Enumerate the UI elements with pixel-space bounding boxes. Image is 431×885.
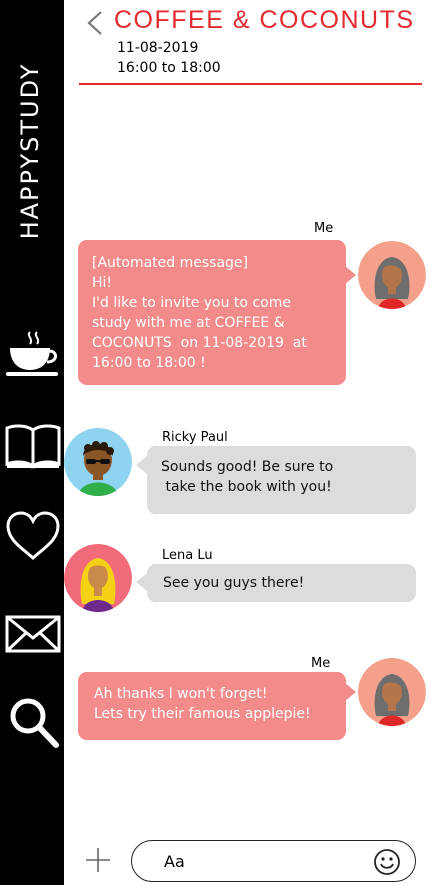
sender-name: Me [311,656,331,671]
bubble-tail [136,456,147,474]
smiley-icon [374,849,400,875]
message-line: COCONUTS on 11-08-2019 at [92,335,307,351]
page-title: COFFEE & COCONUTS [114,6,415,34]
book-icon[interactable] [4,420,62,474]
mail-icon[interactable] [4,608,62,662]
message-line: See you guys there! [163,575,305,591]
sender-name: Me [314,221,334,236]
message-bubble: Sounds good! Be sure to take the book wi… [147,446,416,514]
message-input-text[interactable]: Aa [164,852,185,871]
avatar[interactable] [64,544,132,612]
user-avatar-icon [64,428,132,496]
message-line: Hi! [92,275,113,291]
message-line: study with me at COFFEE & [92,315,285,331]
message-line: take the book with you! [161,479,332,495]
sidebar: HAPPYSTUDY [0,0,64,885]
back-button[interactable] [84,8,104,38]
user-avatar-icon [358,241,426,309]
bubble-tail [345,683,356,701]
message-line: I'd like to invite you to come [92,295,291,311]
message-bubble: See you guys there! [147,564,416,602]
sender-name: Lena Lu [162,548,213,563]
user-avatar-icon [64,544,132,612]
add-attachment-button[interactable] [84,846,112,874]
search-icon[interactable] [4,695,62,749]
avatar[interactable] [358,241,426,309]
coffee-cup-icon[interactable] [4,328,62,382]
sender-name: Ricky Paul [162,430,228,445]
event-date: 11-08-2019 [117,40,199,56]
bubble-tail [136,573,147,591]
user-avatar-icon [358,658,426,726]
avatar[interactable] [64,428,132,496]
event-time: 16:00 to 18:00 [117,60,221,76]
plus-icon [86,848,110,872]
chevron-left-icon [87,11,102,35]
message-line: Lets try their famous applepie! [94,706,311,722]
message-line: Ah thanks I won't forget! [94,686,268,702]
emoji-button[interactable] [373,848,401,876]
avatar[interactable] [358,658,426,726]
message-bubble: Ah thanks I won't forget! Lets try their… [78,672,346,740]
message-line: Sounds good! Be sure to [161,459,334,475]
message-line: [Automated message] [92,255,249,271]
message-input[interactable]: Aa [131,840,416,882]
app-brand: HAPPYSTUDY [16,62,44,240]
message-line: 16:00 to 18:00 ! [92,355,206,371]
bubble-tail [345,266,356,284]
heart-icon[interactable] [4,510,62,564]
header-divider [79,83,422,85]
message-bubble: [Automated message] Hi! I'd like to invi… [78,240,346,385]
